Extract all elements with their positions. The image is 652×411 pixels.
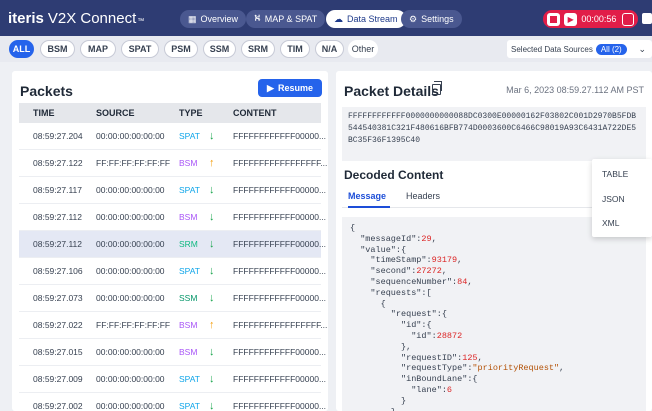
play-icon[interactable]: ▶ <box>564 12 578 26</box>
resume-button[interactable]: ▶ Resume <box>258 79 322 97</box>
table-row-selected[interactable]: 08:59:27.112 00:00:00:00:00:00 SRM ↓ FFFFFFF… <box>19 231 326 258</box>
packet-details-title: Packet Details <box>344 83 439 99</box>
arrow-down-icon: ↓ <box>209 400 215 411</box>
filter-map[interactable]: MAP <box>80 40 116 58</box>
gear-icon: ⚙ <box>409 13 418 24</box>
arrow-up-icon: ↑ <box>209 157 215 169</box>
menu-item-table[interactable]: TABLE <box>602 169 628 179</box>
arrow-down-icon: ↓ <box>209 265 215 277</box>
recording-timer: 00:00:56 <box>581 14 617 24</box>
packet-timestamp: Mar 6, 2023 08:59.27.112 AM PST <box>506 85 644 95</box>
filter-all[interactable]: ALL <box>9 40 34 58</box>
camera-icon[interactable] <box>642 13 652 24</box>
tab-headers[interactable]: Headers <box>406 191 440 201</box>
tab-message[interactable]: Message <box>348 191 386 201</box>
decoded-content-title: Decoded Content <box>344 168 444 182</box>
arrow-up-icon: ↑ <box>209 319 215 331</box>
filter-bsm[interactable]: BSM <box>40 40 75 58</box>
stop-icon <box>550 15 558 23</box>
recording-control: ▶ 00:00:56 <box>543 10 638 28</box>
selected-data-sources-dropdown[interactable]: Selected Data Sources All (2) ⌄ <box>507 40 652 58</box>
arrow-down-icon: ↓ <box>209 373 215 385</box>
arrow-down-icon: ↓ <box>209 130 215 142</box>
filter-psm[interactable]: PSM <box>164 40 198 58</box>
filter-srm[interactable]: SRM <box>241 40 275 58</box>
expand-icon[interactable] <box>622 12 634 26</box>
packet-details-panel: Packet Details Mar 6, 2023 08:59.27.112 … <box>336 71 652 411</box>
nav-map-spat-button[interactable]: ⛕ MAP & SPAT <box>246 10 326 28</box>
app-logo: iteris V2X Connect ™ <box>8 9 145 27</box>
arrow-down-icon: ↓ <box>209 292 215 304</box>
arrow-down-icon: ↓ <box>209 184 215 196</box>
menu-item-xml[interactable]: XML <box>602 218 619 228</box>
packets-panel: Packets ▶ Resume TIME SOURCE TYPE CONTENT… <box>12 71 328 411</box>
nav-settings-button[interactable]: ⚙ Settings <box>401 10 462 28</box>
top-nav-bar: iteris V2X Connect ™ ▦ Overview ⛕ MAP & SPAT… <box>0 0 652 36</box>
filter-na[interactable]: N/A <box>315 40 344 58</box>
nav-data-stream-button[interactable]: ☁ Data Stream <box>326 10 406 28</box>
message-filter-bar: ALL BSM MAP SPAT PSM SSM SRM TIM N/A Oth… <box>0 36 652 62</box>
filter-other[interactable]: Other <box>348 40 378 58</box>
menu-item-json[interactable]: JSON <box>602 194 625 204</box>
copy-icon[interactable] <box>432 81 442 95</box>
table-row[interactable]: 08:59:27.073 00:00:00:00:00:00 SSM ↓ FFFFFFF… <box>19 285 326 312</box>
cloud-icon: ☁ <box>334 13 343 24</box>
table-row[interactable]: 08:59:27.015 00:00:00:00:00:00 BSM ↓ FFFFFFF… <box>19 339 326 366</box>
packets-table-header: TIME SOURCE TYPE CONTENT <box>19 103 321 123</box>
arrow-down-icon: ↓ <box>209 211 215 223</box>
table-row[interactable]: 08:59:27.009 00:00:00:00:00:00 SPAT ↓ FFFFFF… <box>19 366 326 393</box>
nav-overview-button[interactable]: ▦ Overview <box>180 10 247 28</box>
grid-icon: ▦ <box>188 13 197 24</box>
filter-spat[interactable]: SPAT <box>121 40 159 58</box>
stop-record-button[interactable] <box>547 12 561 26</box>
table-row[interactable]: 08:59:27.002 00:00:00:00:00:00 SPAT ↓ FFFFFF… <box>19 393 326 411</box>
filter-ssm[interactable]: SSM <box>203 40 236 58</box>
table-row[interactable]: 08:59:27.112 00:00:00:00:00:00 BSM ↓ FFFFFFF… <box>19 204 326 231</box>
view-format-menu: TABLE JSON XML <box>592 159 652 237</box>
table-row[interactable]: 08:59:27.106 00:00:00:00:00:00 SPAT ↓ FFFFFF… <box>19 258 326 285</box>
decoded-json-view: { "messageId":29, "value":{ "timeStamp":… <box>342 217 646 411</box>
table-row[interactable]: 08:59:27.204 00:00:00:00:00:00 SPAT ↓ FFFFFF… <box>19 123 326 150</box>
table-row[interactable]: 08:59:27.022 FF:FF:FF:FF:FF:FF BSM ↑ FFFFFFF… <box>19 312 327 339</box>
packet-hex-content: FFFFFFFFFFFF0000000000088DC0300E00000162… <box>342 107 646 161</box>
table-row[interactable]: 08:59:27.122 FF:FF:FF:FF:FF:FF BSM ↑ FFFFFFF… <box>19 150 327 177</box>
active-tab-indicator <box>348 206 390 208</box>
map-icon: ⛕ <box>254 13 261 23</box>
chevron-down-icon: ⌄ <box>638 43 646 54</box>
play-icon: ▶ <box>267 82 274 93</box>
sources-count-badge: All (2) <box>595 43 627 55</box>
arrow-down-icon: ↓ <box>209 346 215 358</box>
arrow-down-icon: ↓ <box>209 238 215 250</box>
packets-title: Packets <box>20 83 73 99</box>
table-row[interactable]: 08:59:27.117 00:00:00:00:00:00 SPAT ↓ FFFFFF… <box>19 177 326 204</box>
filter-tim[interactable]: TIM <box>280 40 310 58</box>
